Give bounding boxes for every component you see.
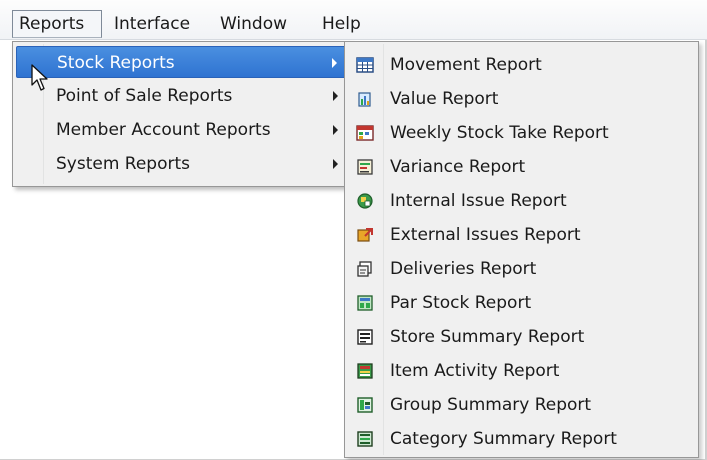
store-summary-icon [357,329,373,345]
submenu-arrow-icon [333,159,338,169]
calendar-grid-icon [356,57,374,73]
menu-reports[interactable]: Reports [12,10,102,38]
submenu-item-deliveries-report[interactable]: Deliveries Report [348,252,693,286]
submenu-arrow-icon [332,58,337,68]
submenu-item-label: Deliveries Report [390,259,537,279]
variance-icon [357,159,373,175]
menu-item-stock-reports[interactable]: Stock Reports [16,46,346,78]
category-summary-icon [357,431,373,447]
reports-dropdown: Stock Reports Point of Sale Reports Memb… [12,41,350,187]
submenu-item-label: External Issues Report [390,225,581,245]
menu-help[interactable]: Help [316,10,367,38]
submenu-item-internal-issue-report[interactable]: Internal Issue Report [348,184,693,218]
menu-item-label: Stock Reports [57,53,175,73]
submenu-item-label: Internal Issue Report [390,191,567,211]
menu-window[interactable]: Window [214,10,293,38]
submenu-item-value-report[interactable]: Value Report [348,82,693,116]
submenu-item-label: Par Stock Report [390,293,532,313]
submenu-item-label: Store Summary Report [390,327,585,347]
item-activity-icon [357,363,373,379]
submenu-item-group-summary-report[interactable]: Group Summary Report [348,388,693,422]
menu-item-point-of-sale-reports[interactable]: Point of Sale Reports [16,80,346,112]
menu-item-label: System Reports [56,154,191,174]
submenu-arrow-icon [333,125,338,135]
internal-issue-icon [357,193,373,209]
group-summary-icon [357,397,373,413]
submenu-item-label: Value Report [390,89,499,109]
menu-item-system-reports[interactable]: System Reports [16,148,346,180]
submenu-item-category-summary-report[interactable]: Category Summary Report [348,422,693,456]
submenu-item-par-stock-report[interactable]: Par Stock Report [348,286,693,320]
menu-item-label: Member Account Reports [56,120,271,140]
deliveries-icon [357,261,372,277]
value-chart-icon [358,92,371,107]
submenu-item-label: Category Summary Report [390,429,617,449]
submenu-item-variance-report[interactable]: Variance Report [348,150,693,184]
submenu-item-label: Weekly Stock Take Report [390,123,609,143]
menu-item-label: Point of Sale Reports [56,86,233,106]
submenu-arrow-icon [333,91,338,101]
submenu-item-label: Variance Report [390,157,526,177]
submenu-item-label: Item Activity Report [390,361,560,381]
par-stock-icon [357,295,373,311]
mouse-cursor-icon [31,64,48,91]
submenu-item-item-activity-report[interactable]: Item Activity Report [348,354,693,388]
weekly-stock-take-icon [356,125,374,141]
menu-bar: Reports Interface Window Help [0,0,707,40]
menu-interface[interactable]: Interface [108,10,196,38]
submenu-item-store-summary-report[interactable]: Store Summary Report [348,320,693,354]
submenu-item-label: Movement Report [390,55,542,75]
submenu-item-external-issues-report[interactable]: External Issues Report [348,218,693,252]
menu-item-member-account-reports[interactable]: Member Account Reports [16,114,346,146]
stock-reports-submenu: Movement Report Value Report Weekly Stoc… [344,41,699,458]
submenu-item-movement-report[interactable]: Movement Report [348,48,693,82]
submenu-item-label: Group Summary Report [390,395,592,415]
external-issue-icon [357,228,373,242]
submenu-item-weekly-stock-take-report[interactable]: Weekly Stock Take Report [348,116,693,150]
